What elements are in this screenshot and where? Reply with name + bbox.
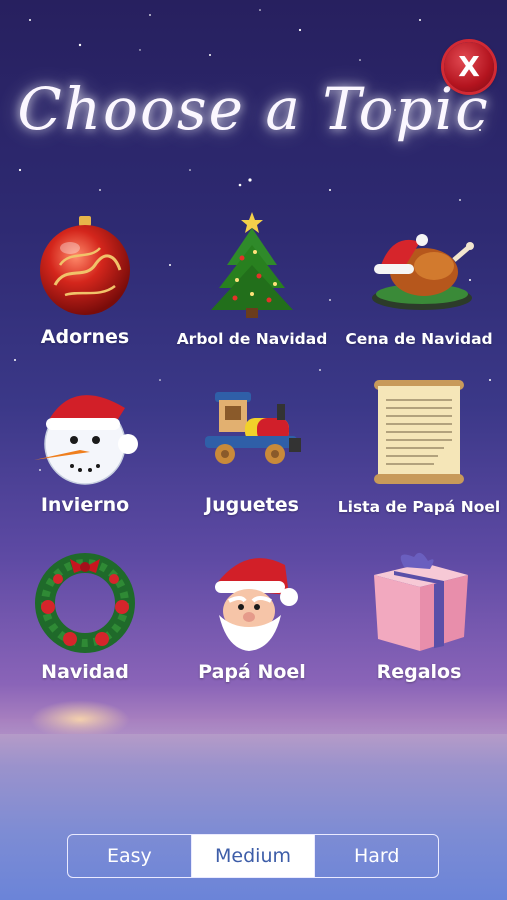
roast-turkey-icon: [372, 234, 474, 310]
topic-invierno[interactable]: Invierno: [0, 378, 170, 538]
difficulty-selector[interactable]: Easy Medium Hard: [67, 834, 439, 878]
scroll-list-icon: [374, 380, 464, 484]
close-button[interactable]: X: [444, 42, 494, 92]
ornament-ball-icon: [40, 216, 130, 315]
wreath-icon: [35, 553, 135, 653]
topic-regalos[interactable]: Regalos: [334, 545, 504, 705]
difficulty-hard[interactable]: Hard: [314, 835, 438, 877]
santa-face-icon: [215, 558, 298, 651]
topic-papa-noel[interactable]: Papá Noel: [167, 545, 337, 705]
topic-label: Papá Noel: [198, 661, 306, 683]
gift-box-icon: [374, 552, 468, 651]
topic-cena-de-navidad[interactable]: Cena de Navidad: [334, 210, 504, 370]
topic-juguetes[interactable]: Juguetes: [167, 378, 337, 538]
difficulty-easy[interactable]: Easy: [68, 835, 191, 877]
topic-label: Lista de Papá Noel: [337, 498, 501, 516]
topic-label: Adornes: [40, 326, 130, 348]
topic-label: Invierno: [40, 494, 130, 516]
toy-train-icon: [205, 392, 301, 464]
close-icon: X: [458, 50, 480, 83]
snowman-icon: [34, 395, 138, 485]
topic-adornes[interactable]: Adornes: [0, 210, 170, 370]
topic-label: Juguetes: [205, 494, 299, 516]
topic-navidad[interactable]: Navidad: [0, 545, 170, 705]
topic-label: Cena de Navidad: [345, 330, 493, 348]
topic-label: Arbol de Navidad: [176, 330, 328, 348]
topic-lista-de-papa-noel[interactable]: Lista de Papá Noel: [334, 378, 504, 538]
christmas-tree-icon: [211, 212, 293, 318]
difficulty-medium[interactable]: Medium: [190, 835, 315, 877]
topic-label: Regalos: [376, 661, 462, 683]
page-title: Choose a Topic: [17, 75, 490, 143]
topic-arbol-de-navidad[interactable]: Arbol de Navidad: [167, 210, 337, 370]
topic-label: Navidad: [41, 661, 129, 683]
